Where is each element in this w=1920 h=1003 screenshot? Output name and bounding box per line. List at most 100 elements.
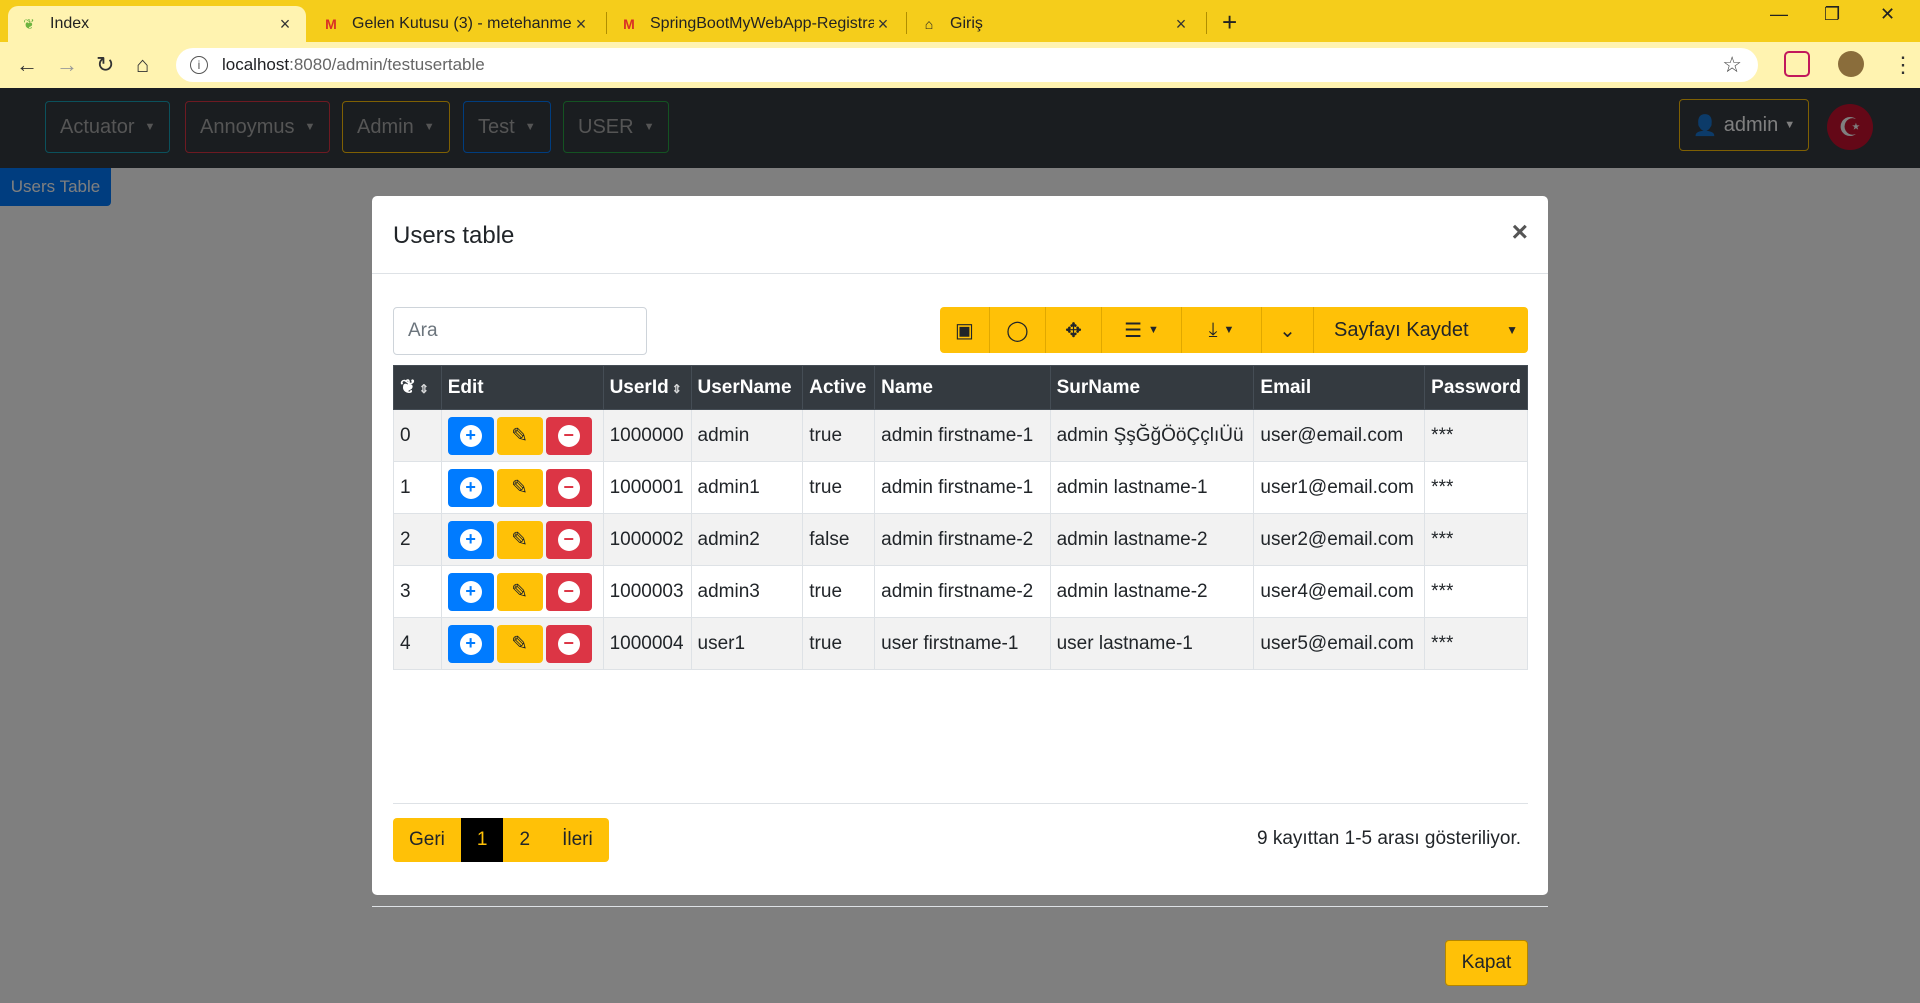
close-tab-icon[interactable]: × — [572, 14, 590, 35]
add-button[interactable]: + — [447, 416, 494, 455]
col-header-name[interactable]: Name — [874, 365, 1051, 410]
browser-tab-bar: ❦ Index × M Gelen Kutusu (3) - metehanme… — [0, 0, 1920, 42]
plus-circle-icon: + — [459, 632, 482, 655]
edit-button[interactable]: ✎ — [496, 624, 543, 663]
userid-cell: 1000002 — [602, 513, 692, 566]
restore-icon[interactable]: ❐ — [1824, 4, 1840, 25]
username-cell: user1 — [690, 617, 804, 670]
export-button[interactable]: ⤓ ▼ — [1182, 307, 1262, 353]
new-tab-icon[interactable]: + — [1222, 7, 1237, 38]
col-header-password[interactable]: Password — [1424, 365, 1528, 410]
delete-button[interactable]: − — [545, 468, 592, 507]
page-button-2[interactable]: 2 — [503, 818, 547, 862]
col-header-userid[interactable]: UserId ⇕ — [602, 365, 692, 410]
table-row: 4 + ✎ −1000004 user1 true user firstname-1 user… — [393, 617, 1528, 670]
toggle-caret-button[interactable]: ▣ — [940, 307, 990, 353]
browser-tab[interactable]: M Gelen Kutusu (3) - metehanmeral × — [310, 6, 602, 42]
name-cell: admin firstname-2 — [874, 565, 1051, 618]
edit-cell: + ✎ − — [440, 461, 604, 514]
move-button[interactable]: ✥ — [1046, 307, 1102, 353]
close-button[interactable]: Kapat — [1445, 940, 1528, 986]
users-table: ❦ ⇕ Edit UserId ⇕ UserName Active Name Sur… — [393, 365, 1528, 670]
index-cell: 1 — [393, 461, 442, 514]
close-tab-icon[interactable]: × — [874, 14, 892, 35]
columns-button[interactable]: ☰ ▼ — [1102, 307, 1182, 353]
edit-button[interactable]: ✎ — [496, 416, 543, 455]
caret-down-icon: ▼ — [1223, 324, 1235, 336]
close-window-icon[interactable]: ✕ — [1880, 4, 1895, 25]
plus-circle-icon: + — [459, 424, 482, 447]
edit-cell: + ✎ − — [440, 513, 604, 566]
modal-title: Users table — [393, 222, 515, 249]
expand-button[interactable]: ⌄ — [1262, 307, 1314, 353]
add-button[interactable]: + — [447, 468, 494, 507]
gmail-icon: M — [623, 16, 635, 32]
email-cell: user@email.com — [1253, 409, 1426, 462]
delete-button[interactable]: − — [545, 624, 592, 663]
close-tab-icon[interactable]: × — [276, 14, 294, 35]
save-page-select[interactable]: Sayfayı Kaydet ▼ — [1314, 307, 1528, 353]
edit-button[interactable]: ✎ — [496, 572, 543, 611]
browser-tab[interactable]: M SpringBootMyWebApp-Registrat × — [608, 6, 904, 42]
next-page-button[interactable]: İleri — [546, 818, 609, 862]
prev-page-button[interactable]: Geri — [393, 818, 461, 862]
profile-avatar[interactable] — [1838, 51, 1864, 77]
col-header-email[interactable]: Email — [1253, 365, 1426, 410]
delete-button[interactable]: − — [545, 572, 592, 611]
close-tab-icon[interactable]: × — [1172, 14, 1190, 35]
forward-icon[interactable]: → — [56, 52, 78, 78]
home-icon[interactable]: ⌂ — [136, 52, 149, 78]
index-cell: 0 — [393, 409, 442, 462]
address-bar: ← → ↻ ⌂ i localhost:8080/admin/testusert… — [0, 42, 1920, 88]
col-header-surname[interactable]: SurName — [1049, 365, 1255, 410]
active-cell: true — [802, 565, 876, 618]
col-header-username[interactable]: UserName — [690, 365, 804, 410]
modal-footer-divider — [372, 906, 1548, 907]
minus-circle-icon: − — [557, 632, 580, 655]
plus-circle-icon: + — [459, 476, 482, 499]
gmail-icon: M — [325, 16, 337, 32]
search-input[interactable] — [393, 307, 647, 355]
reload-icon[interactable]: ↻ — [96, 52, 114, 78]
col-header-index[interactable]: ❦ ⇕ — [393, 365, 442, 410]
back-icon[interactable]: ← — [16, 52, 38, 78]
password-cell: *** — [1424, 617, 1528, 670]
edit-button[interactable]: ✎ — [496, 520, 543, 559]
minimize-icon[interactable]: — — [1770, 4, 1788, 25]
minus-circle-icon: − — [557, 580, 580, 603]
delete-button[interactable]: − — [545, 520, 592, 559]
col-header-active[interactable]: Active — [802, 365, 876, 410]
table-row: 3 + ✎ −1000003 admin3 true admin firstname-2 ad… — [393, 565, 1528, 618]
menu-icon[interactable]: ⋮ — [1892, 52, 1914, 78]
url-field[interactable]: i localhost:8080/admin/testusertable ☆ — [176, 48, 1758, 82]
pocket-extension-icon[interactable] — [1784, 51, 1810, 77]
col-header-edit: Edit — [440, 365, 604, 410]
bookmark-star-icon[interactable]: ☆ — [1722, 52, 1742, 78]
username-cell: admin2 — [690, 513, 804, 566]
active-cell: false — [802, 513, 876, 566]
add-button[interactable]: + — [447, 520, 494, 559]
edit-button[interactable]: ✎ — [496, 468, 543, 507]
caret-square-icon: ▣ — [955, 319, 974, 342]
close-icon[interactable]: × — [1512, 216, 1528, 248]
table-toolbar: ▣ ◯ ✥ ☰ ▼ ⤓ ▼ ⌄ Sayfayı Kaydet ▼ — [940, 307, 1528, 353]
users-table-modal: Users table × ▣ ◯ ✥ ☰▼ ⤓▼ ⌄ Sayfayı Kayd… — [372, 196, 1548, 986]
page-button-1[interactable]: 1 — [460, 818, 504, 862]
delete-button[interactable]: − — [545, 416, 592, 455]
sort-icon: ⇕ — [418, 382, 429, 396]
minus-circle-icon: − — [557, 424, 580, 447]
sort-icon: ⇕ — [671, 381, 682, 396]
index-cell: 4 — [393, 617, 442, 670]
add-button[interactable]: + — [447, 624, 494, 663]
edit-icon: ✎ — [511, 477, 529, 499]
browser-tab[interactable]: ❦ Index × — [8, 6, 306, 42]
browser-tab[interactable]: ⌂ Giriş × — [908, 6, 1202, 42]
info-icon[interactable]: i — [190, 56, 208, 74]
table-row: 1 + ✎ −1000001 admin1 true admin firstname-1 ad… — [393, 461, 1528, 514]
leaf-icon: ❦ — [400, 377, 416, 398]
toggle-button[interactable]: ◯ — [990, 307, 1046, 353]
modal-header: Users table × — [372, 196, 1548, 274]
table-row: 0 + ✎ −1000000 admin true admin firstname-1 adm… — [393, 409, 1528, 462]
userid-cell: 1000001 — [602, 461, 692, 514]
add-button[interactable]: + — [447, 572, 494, 611]
